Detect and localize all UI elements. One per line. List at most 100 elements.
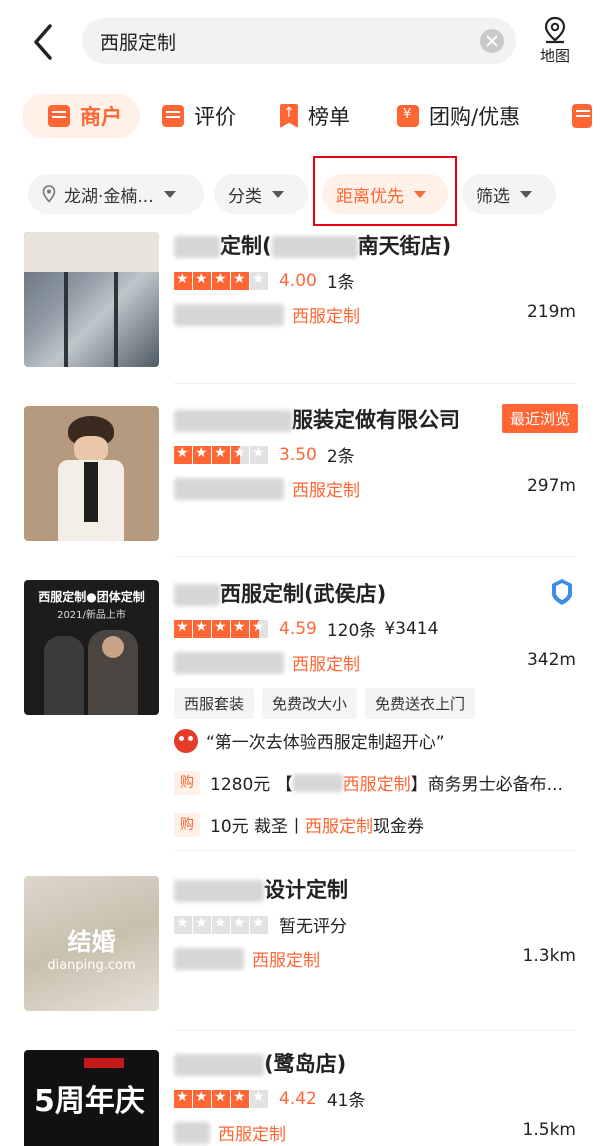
- review-quote: “第一次去体验西服定制超开心”: [174, 728, 445, 753]
- star-rating: [174, 1089, 269, 1108]
- category-filter[interactable]: 分类: [214, 174, 308, 214]
- location-label: 龙湖·金楠...: [64, 186, 154, 207]
- location-pin-icon: [42, 185, 56, 203]
- top-bar: 西服定制 地图: [0, 0, 600, 82]
- review-count: 41条: [326, 1091, 366, 1111]
- document-icon: [572, 104, 592, 128]
- score: 3.50: [279, 444, 317, 465]
- shop-name: 设计定制: [174, 874, 348, 904]
- list-item[interactable]: 5周年庆 (鹭岛店) 4.42 41条 西服定制 1.5km: [0, 1044, 600, 1146]
- star-rating: [174, 271, 269, 290]
- highlight-box: [313, 156, 457, 226]
- shop-thumbnail: 西服定制●团体定制 2021/新品上市: [24, 580, 159, 715]
- tab-label: 商户: [80, 105, 122, 129]
- category-row: 西服定制: [174, 946, 320, 971]
- back-arrow-icon[interactable]: [26, 22, 62, 62]
- shop-name: (鹭岛店): [174, 1048, 346, 1078]
- category-tag: 西服定制: [292, 307, 360, 327]
- buy-tag: 购: [174, 770, 200, 795]
- category-tag: 西服定制: [252, 951, 320, 971]
- star-rating: [174, 445, 269, 464]
- screen-label: 筛选: [476, 186, 510, 207]
- chevron-down-icon: [272, 190, 284, 198]
- category-tag: 西服定制: [218, 1125, 286, 1145]
- search-input[interactable]: 西服定制: [82, 18, 516, 64]
- search-query-text: 西服定制: [100, 32, 177, 54]
- shop-thumbnail: 5周年庆: [24, 1050, 159, 1146]
- service-tags: 西服套装 免费改大小 免费送衣上门: [174, 688, 476, 719]
- category-tag: 西服定制: [292, 655, 360, 675]
- distance: 1.5km: [522, 1120, 576, 1140]
- tab-group-deals[interactable]: 团购/优惠: [397, 94, 520, 138]
- map-button[interactable]: 地图: [532, 16, 578, 68]
- review-count: 2条: [326, 447, 355, 467]
- list-item[interactable]: 定制(南天街店) 4.00 1条 西服定制 219m: [0, 226, 600, 386]
- ranking-flag-icon: [280, 104, 298, 128]
- shop-thumbnail: 结婚 dianping.com: [24, 876, 159, 1011]
- screen-filter[interactable]: 筛选: [462, 174, 556, 214]
- chevron-down-icon: [163, 190, 176, 198]
- map-pin-icon: [544, 16, 566, 44]
- location-filter[interactable]: 龙湖·金楠...: [28, 174, 204, 214]
- divider: [174, 1030, 576, 1031]
- shop-name: 服装定做有限公司: [174, 404, 460, 434]
- rating-row: 4.00 1条: [174, 268, 363, 293]
- category-tag: 西服定制: [292, 481, 360, 501]
- comment-icon: [162, 105, 184, 127]
- tab-label: 团购/优惠: [429, 105, 521, 129]
- service-tag: 免费送衣上门: [365, 688, 476, 719]
- category-row: 西服定制: [174, 476, 360, 501]
- star-rating: [174, 619, 269, 638]
- deal-row[interactable]: 购 10元 裁圣丨 西服定制 现金券: [174, 812, 424, 837]
- tab-bar: 商户 评价 榜单 团购/优惠: [0, 90, 600, 144]
- shop-thumbnail: [24, 232, 159, 367]
- distance: 1.3km: [522, 946, 576, 966]
- buy-tag: 购: [174, 812, 200, 837]
- no-rating-text: 暂无评分: [279, 917, 347, 937]
- review-count: 1条: [326, 273, 355, 293]
- category-row: 西服定制: [174, 302, 360, 327]
- service-tag: 西服套装: [174, 688, 255, 719]
- filter-bar: 龙湖·金楠... 分类 距离优先 筛选: [0, 160, 600, 226]
- shop-name: 定制(南天街店): [174, 230, 451, 260]
- tab-reviews[interactable]: 评价: [162, 94, 236, 138]
- shop-thumbnail: [24, 406, 159, 541]
- shop-name: 西服定制(武侯店): [174, 578, 386, 608]
- service-tag: 免费改大小: [262, 688, 358, 719]
- list-item[interactable]: 服装定做有限公司 最近浏览 3.50 2条 西服定制 297m: [0, 400, 600, 560]
- category-row: 西服定制: [174, 1120, 286, 1145]
- average-price: ¥3414: [384, 618, 439, 639]
- category-row: 西服定制: [174, 650, 360, 675]
- merchant-badge-icon: [552, 579, 572, 605]
- star-rating: [174, 915, 269, 934]
- tab-rankings[interactable]: 榜单: [280, 94, 350, 138]
- merchant-icon: [48, 105, 70, 127]
- rating-row: 暂无评分: [174, 912, 355, 937]
- category-label: 分类: [228, 186, 262, 207]
- distance: 297m: [526, 476, 576, 496]
- map-label: 地图: [539, 47, 570, 65]
- tab-merchants[interactable]: 商户: [22, 94, 140, 138]
- divider: [174, 383, 576, 384]
- chevron-down-icon: [520, 190, 532, 198]
- tab-label: 评价: [194, 105, 236, 129]
- reviewer-avatar-icon: [174, 728, 198, 753]
- score: 4.42: [279, 1088, 317, 1109]
- rating-row: 4.59 120条 ¥3414: [174, 616, 438, 641]
- score: 4.59: [279, 618, 317, 639]
- rating-row: 3.50 2条: [174, 442, 363, 467]
- tab-label: 榜单: [308, 105, 350, 129]
- list-item[interactable]: 西服定制●团体定制 2021/新品上市 西服定制(武侯店) 4.59 120条 …: [0, 574, 600, 854]
- deal-row[interactable]: 购 1280元 【西服定制 】商务男士必备布...: [174, 770, 563, 795]
- divider: [174, 850, 576, 851]
- distance: 219m: [526, 302, 576, 322]
- clear-search-icon[interactable]: [480, 29, 504, 53]
- recently-viewed-badge: 最近浏览: [501, 404, 578, 433]
- list-item[interactable]: 结婚 dianping.com 设计定制 暂无评分 西服定制 1.3km: [0, 870, 600, 1031]
- score: 4.00: [279, 270, 317, 291]
- review-count: 120条: [326, 621, 377, 641]
- ticket-icon: [397, 105, 419, 127]
- distance: 342m: [526, 650, 576, 670]
- tab-more[interactable]: [572, 94, 600, 138]
- divider: [174, 556, 576, 557]
